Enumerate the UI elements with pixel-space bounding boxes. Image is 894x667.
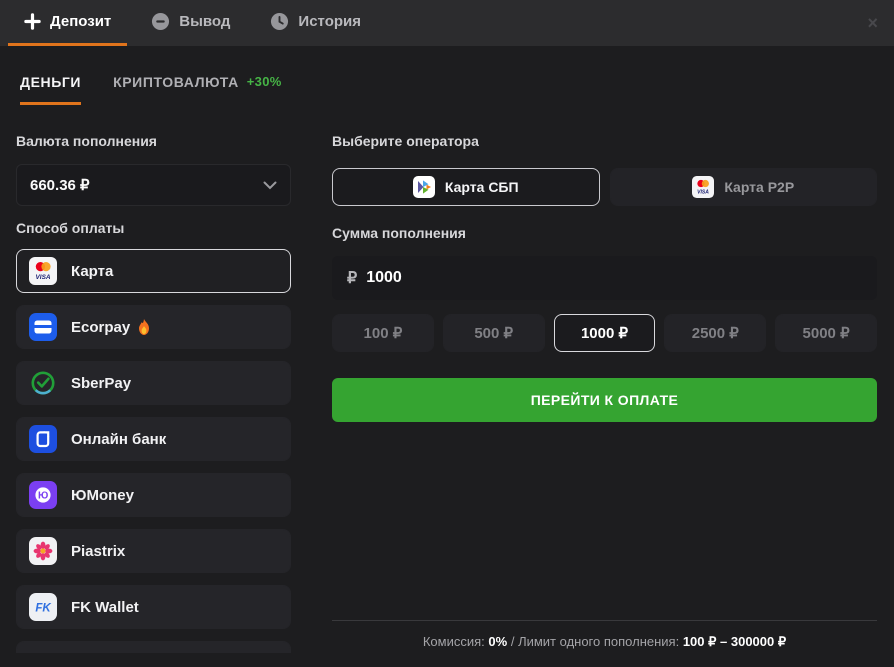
limits-note: Комиссия: 0% / Лимит одного пополнения: … xyxy=(332,621,877,654)
subtab-money-label: ДЕНЬГИ xyxy=(20,74,81,90)
ruble-sign: ₽ xyxy=(347,268,357,288)
limit-label: Лимит одного пополнения: xyxy=(518,634,679,649)
payment-method-sberpay[interactable]: SberPay xyxy=(16,361,291,405)
payment-method-yoomoney[interactable]: Ю ЮMoney xyxy=(16,473,291,517)
subtab-crypto-label: КРИПТОВАЛЮТА xyxy=(113,74,239,90)
amount-label: Сумма пополнения xyxy=(332,225,877,241)
payment-method-label: FK Wallet xyxy=(71,599,139,616)
deposit-form-column: Выберите оператора Карта СБП VISA Карта … xyxy=(332,133,877,654)
amount-chip-100[interactable]: 100 ₽ xyxy=(332,314,434,352)
sberpay-icon xyxy=(29,369,57,397)
crypto-bonus-badge: +30% xyxy=(247,74,282,89)
commission-label: Комиссия: xyxy=(423,634,485,649)
visa-mastercard-icon: VISA xyxy=(692,176,714,198)
operator-label-text: Карта СБП xyxy=(445,179,519,195)
operator-sbp-card-button[interactable]: Карта СБП xyxy=(332,168,600,206)
header-bar: Депозит Вывод История × xyxy=(0,0,894,46)
svg-text:Ю: Ю xyxy=(38,491,48,502)
amount-input-wrapper: ₽ xyxy=(332,256,877,300)
currency-label: Валюта пополнения xyxy=(16,133,291,149)
amount-input[interactable] xyxy=(366,269,862,287)
payment-method-label: SberPay xyxy=(71,375,131,392)
payment-method-ecorpay[interactable]: Ecorpay xyxy=(16,305,291,349)
svg-text:VISA: VISA xyxy=(697,189,709,195)
operator-label: Выберите оператора xyxy=(332,133,877,149)
amount-chip-500[interactable]: 500 ₽ xyxy=(443,314,545,352)
sbp-icon xyxy=(413,176,435,198)
visa-mastercard-icon: VISA xyxy=(29,257,57,285)
amount-chip-2500[interactable]: 2500 ₽ xyxy=(664,314,766,352)
payment-method-online-bank[interactable]: Онлайн банк xyxy=(16,417,291,461)
operator-buttons: Карта СБП VISA Карта P2P xyxy=(332,168,877,206)
tab-deposit[interactable]: Депозит xyxy=(8,0,127,46)
payment-method-piastrix[interactable]: Piastrix xyxy=(16,529,291,573)
payment-method-label: Онлайн банк xyxy=(71,431,166,448)
limit-value: 100 ₽ – 300000 ₽ xyxy=(683,634,786,649)
tab-withdraw[interactable]: Вывод xyxy=(135,0,246,46)
payment-method-label: Карта xyxy=(71,263,113,280)
ecorpay-icon xyxy=(29,313,57,341)
fire-icon xyxy=(137,319,151,336)
fk-wallet-icon: FK xyxy=(29,593,57,621)
plus-icon xyxy=(24,13,41,30)
yoomoney-icon: Ю xyxy=(29,481,57,509)
tab-history-label: История xyxy=(298,13,361,30)
minus-circle-icon xyxy=(151,12,170,31)
subtab-money[interactable]: ДЕНЬГИ xyxy=(20,74,81,105)
payment-method-label: Ecorpay xyxy=(71,319,130,336)
online-bank-icon xyxy=(29,425,57,453)
tab-withdraw-label: Вывод xyxy=(179,13,230,30)
payment-methods-column: Валюта пополнения 660.36 ₽ Способ оплаты… xyxy=(16,133,291,654)
proceed-to-payment-button[interactable]: ПЕРЕЙТИ К ОПЛАТЕ xyxy=(332,378,877,422)
chevron-down-icon xyxy=(263,181,277,190)
operator-p2p-card-button[interactable]: VISA Карта P2P xyxy=(610,168,878,206)
subtab-crypto[interactable]: КРИПТОВАЛЮТА +30% xyxy=(113,74,282,105)
piastrix-icon xyxy=(29,537,57,565)
method-label: Способ оплаты xyxy=(16,220,291,236)
amount-chip-1000[interactable]: 1000 ₽ xyxy=(554,314,656,352)
deposit-subtabs: ДЕНЬГИ КРИПТОВАЛЮТА +30% xyxy=(0,46,894,106)
tab-history[interactable]: История xyxy=(254,0,377,46)
commission-value: 0% xyxy=(488,634,507,649)
payment-method-label: ЮMoney xyxy=(71,487,134,504)
svg-text:VISA: VISA xyxy=(36,274,51,281)
currency-select[interactable]: 660.36 ₽ xyxy=(16,164,291,206)
operator-label-text: Карта P2P xyxy=(724,179,794,195)
currency-value: 660.36 ₽ xyxy=(30,176,90,194)
payment-method-fk-wallet[interactable]: FK FK Wallet xyxy=(16,585,291,629)
svg-text:FK: FK xyxy=(35,602,51,614)
tab-deposit-label: Депозит xyxy=(50,13,111,30)
payment-methods-list: VISA Карта Ecorpay SberPay xyxy=(16,249,291,653)
history-icon xyxy=(270,12,289,31)
payment-method-label: Piastrix xyxy=(71,543,125,560)
deposit-content: Валюта пополнения 660.36 ₽ Способ оплаты… xyxy=(0,133,894,654)
close-icon[interactable]: × xyxy=(867,0,878,46)
note-separator: / xyxy=(511,634,518,649)
amount-chip-5000[interactable]: 5000 ₽ xyxy=(775,314,877,352)
quick-amounts: 100 ₽ 500 ₽ 1000 ₽ 2500 ₽ 5000 ₽ xyxy=(332,314,877,352)
spacer xyxy=(332,422,877,620)
payment-method-partial[interactable] xyxy=(16,641,291,653)
payment-method-card[interactable]: VISA Карта xyxy=(16,249,291,293)
